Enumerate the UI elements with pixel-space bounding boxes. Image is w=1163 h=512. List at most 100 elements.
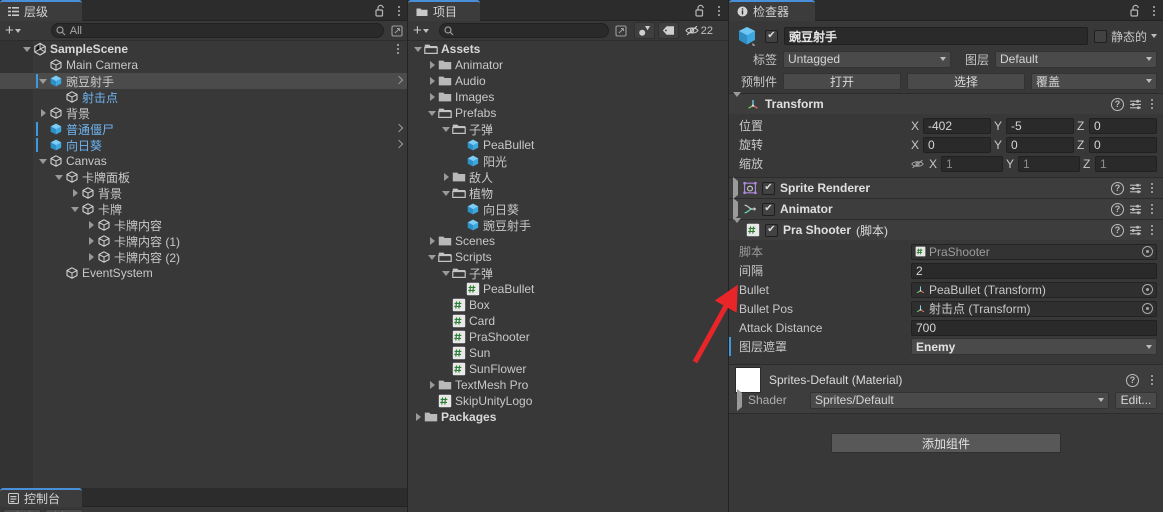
prefab-enter-chevron-icon[interactable] [394, 75, 404, 85]
tag-dropdown[interactable]: Untagged [783, 50, 951, 68]
x-input[interactable]: 1 [941, 155, 1003, 172]
hierarchy-item[interactable]: 卡牌面板 [0, 169, 408, 185]
project-item[interactable]: Prefabs [408, 105, 728, 121]
project-item[interactable]: Assets [408, 41, 728, 57]
component-header[interactable]: Animator? [729, 198, 1163, 220]
component-twisty-icon[interactable] [733, 218, 741, 237]
twisty-icon[interactable] [426, 249, 438, 265]
component-enabled-checkbox[interactable] [762, 181, 775, 195]
twisty-icon[interactable] [426, 89, 438, 105]
static-checkbox[interactable] [1093, 29, 1107, 43]
hierarchy-item[interactable]: 向日葵 [0, 137, 408, 153]
kebab-menu-icon[interactable] [1147, 97, 1157, 111]
lock-open-icon[interactable] [375, 4, 386, 17]
hierarchy-item[interactable]: 普通僵尸 [0, 121, 408, 137]
component-header[interactable]: Sprite Renderer? [729, 177, 1163, 199]
twisty-icon[interactable] [426, 57, 438, 73]
twisty-icon[interactable] [440, 329, 452, 345]
tab-project[interactable]: 项目 [408, 0, 480, 21]
project-item[interactable]: 子弹 [408, 265, 728, 281]
hierarchy-item[interactable]: 背景 [0, 185, 408, 201]
twisty-icon[interactable] [412, 409, 424, 425]
hierarchy-item[interactable]: 背景 [0, 105, 408, 121]
project-add-button[interactable]: + [410, 23, 432, 38]
help-icon[interactable]: ? [1111, 223, 1124, 237]
object-picker-icon[interactable] [1142, 246, 1153, 257]
twisty-icon[interactable] [37, 153, 49, 169]
kebab-menu-icon[interactable] [393, 42, 403, 56]
hierarchy-item[interactable]: 豌豆射手 [0, 73, 408, 89]
lock-open-icon[interactable] [695, 4, 706, 17]
twisty-icon[interactable] [69, 185, 81, 201]
hierarchy-search-save-button[interactable] [387, 22, 406, 39]
preset-icon[interactable] [1129, 224, 1142, 237]
tab-console[interactable]: 控制台 [0, 488, 82, 507]
twisty-icon[interactable] [412, 41, 424, 57]
twisty-icon[interactable] [440, 185, 452, 201]
twisty-icon[interactable] [85, 233, 97, 249]
hierarchy-search-input[interactable]: All [50, 23, 384, 38]
prefab-enter-chevron-icon[interactable] [394, 123, 404, 133]
twisty-icon[interactable] [426, 377, 438, 393]
preset-icon[interactable] [1129, 182, 1142, 195]
project-item[interactable]: PeaBullet [408, 137, 728, 153]
project-item[interactable]: Animator [408, 57, 728, 73]
prefab-cube-icon[interactable] [735, 24, 759, 48]
project-item[interactable]: 敌人 [408, 169, 728, 185]
twisty-icon[interactable] [69, 201, 81, 217]
project-item[interactable]: PraShooter [408, 329, 728, 345]
chevron-down-icon[interactable] [1151, 34, 1157, 38]
twisty-icon[interactable] [454, 153, 466, 169]
layer-dropdown[interactable]: Default [995, 50, 1157, 68]
material-expand-twisty[interactable] [737, 389, 742, 411]
help-icon[interactable]: ? [1111, 202, 1124, 216]
twisty-icon[interactable] [37, 73, 49, 89]
object-field[interactable]: PeaBullet (Transform) [911, 281, 1157, 298]
prefab-select-button[interactable]: 选择 [907, 72, 1025, 90]
hierarchy-item[interactable]: SampleScene [0, 41, 408, 57]
component-header[interactable]: Pra Shooter (脚本)? [729, 218, 1163, 240]
hierarchy-item[interactable]: EventSystem [0, 265, 408, 281]
preset-icon[interactable] [1129, 98, 1142, 111]
project-item[interactable]: Card [408, 313, 728, 329]
y-input[interactable]: 1 [1018, 155, 1080, 172]
object-picker-icon[interactable] [1142, 284, 1153, 295]
twisty-icon[interactable] [440, 297, 452, 313]
hierarchy-item[interactable]: 卡牌内容 [0, 217, 408, 233]
twisty-icon[interactable] [454, 201, 466, 217]
component-twisty-icon[interactable] [733, 177, 738, 199]
twisty-icon[interactable] [454, 137, 466, 153]
twisty-icon[interactable] [440, 169, 452, 185]
kebab-menu-icon[interactable] [1147, 181, 1157, 195]
kebab-menu-icon[interactable] [394, 4, 404, 18]
z-input[interactable]: 0 [1089, 117, 1157, 134]
kebab-menu-icon[interactable] [1147, 223, 1157, 237]
project-item[interactable]: PeaBullet [408, 281, 728, 297]
prefab-open-button[interactable]: 打开 [783, 72, 901, 90]
kebab-menu-icon[interactable] [714, 4, 724, 18]
twisty-icon[interactable] [440, 361, 452, 377]
eye-off-icon[interactable] [911, 159, 924, 169]
hierarchy-item[interactable]: 卡牌 [0, 201, 408, 217]
dropdown-field[interactable]: Enemy [911, 338, 1157, 355]
twisty-icon[interactable] [53, 169, 65, 185]
project-item[interactable]: Packages [408, 409, 728, 425]
hierarchy-item[interactable]: Main Camera [0, 57, 408, 73]
twisty-icon[interactable] [454, 281, 466, 297]
project-item[interactable]: TextMesh Pro [408, 377, 728, 393]
hierarchy-item[interactable]: 卡牌内容 (1) [0, 233, 408, 249]
twisty-icon[interactable] [21, 41, 33, 57]
twisty-icon[interactable] [426, 73, 438, 89]
twisty-icon[interactable] [53, 265, 65, 281]
twisty-icon[interactable] [37, 105, 49, 121]
project-search-save-button[interactable] [612, 22, 631, 39]
project-item[interactable]: SunFlower [408, 361, 728, 377]
project-item[interactable]: SkipUnityLogo [408, 393, 728, 409]
project-item[interactable]: Box [408, 297, 728, 313]
gameobject-name-input[interactable]: 豌豆射手 [784, 27, 1088, 45]
lock-open-icon[interactable] [1130, 4, 1141, 17]
y-input[interactable]: 0 [1006, 136, 1074, 153]
tab-hierarchy[interactable]: 层级 [0, 0, 82, 21]
shader-dropdown[interactable]: Sprites/Default [810, 391, 1109, 409]
hierarchy-item[interactable]: 射击点 [0, 89, 408, 105]
